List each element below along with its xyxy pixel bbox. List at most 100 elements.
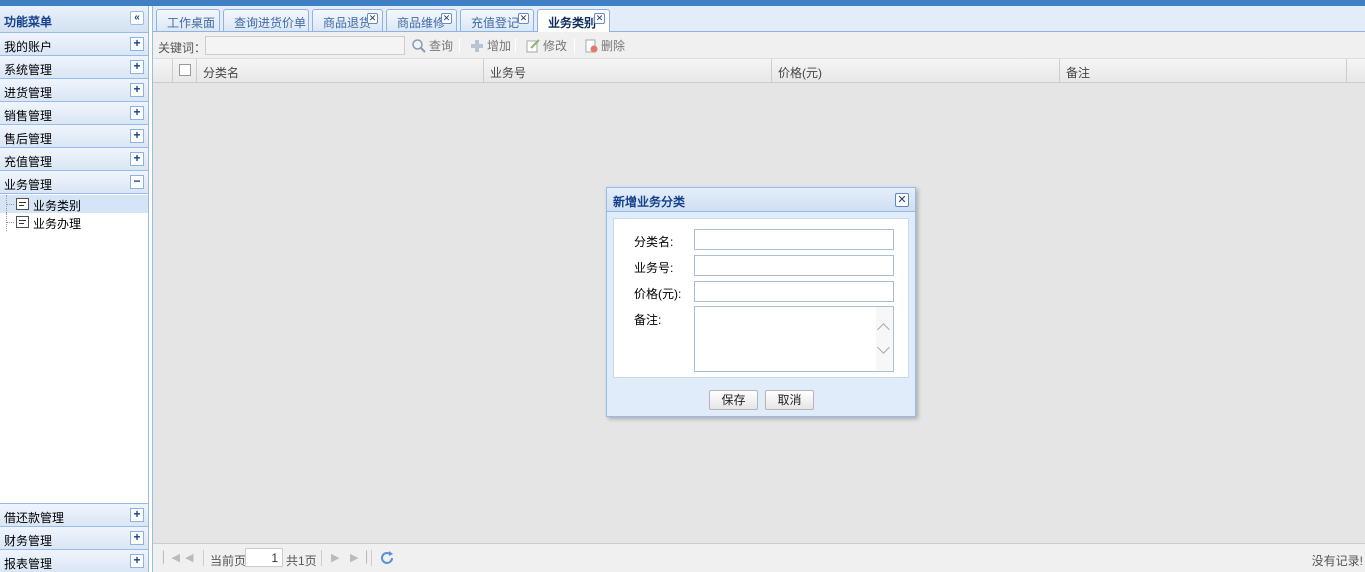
expand-icon[interactable]: + [130,106,144,120]
tree-item-label: 业务类别 [33,199,82,213]
column-header-price[interactable]: 价格(元) [772,59,1060,82]
collapse-sidebar-icon[interactable]: « [130,11,144,25]
edit-icon [526,38,540,52]
list-page-icon [16,216,29,228]
tab-label: 查询进货价单 [234,16,307,30]
tree-connector [6,195,14,213]
current-page-input[interactable] [245,548,283,567]
search-button[interactable]: 查询 [411,37,453,55]
tree-item-business-category[interactable]: 业务类别 [0,195,148,213]
edit-button[interactable]: 修改 [525,37,567,55]
expand-icon[interactable]: + [130,37,144,51]
remark-textarea[interactable] [694,306,894,372]
sidebar-item-reports[interactable]: 报表管理 + [0,549,148,572]
name-field[interactable] [694,229,894,250]
search-icon [412,38,426,53]
delete-button[interactable]: 删除 [583,37,625,55]
sidebar-item-system[interactable]: 系统管理 + [0,56,148,79]
column-header-label: 业务号 [490,66,527,80]
edit-label: 修改 [543,39,568,53]
scroll-down-icon[interactable] [877,341,890,354]
expand-icon[interactable]: + [130,508,144,522]
sidebar-item-recharge[interactable]: 充值管理 + [0,148,148,171]
sidebar-item-sales[interactable]: 销售管理 + [0,102,148,125]
add-button[interactable]: 增加 [469,37,511,55]
delete-icon [585,39,598,52]
column-header-label: 分类名 [203,66,240,80]
sidebar-item-label: 借还款管理 [4,511,65,525]
tree-connector [6,213,14,231]
expand-icon[interactable]: + [130,129,144,143]
column-header-label: 价格(元) [778,66,822,80]
first-page-icon[interactable]: ▏◀ [163,551,180,564]
dialog-form: 分类名: 业务号: 价格(元): 备注: [613,218,909,378]
code-field[interactable] [694,255,894,276]
close-icon[interactable]: ✕ [367,13,378,24]
name-label: 分类名: [634,235,674,249]
list-page-icon [16,198,29,210]
tab-label: 充值登记 [471,16,520,30]
prev-page-icon[interactable]: ◀ [185,551,193,564]
close-icon[interactable]: ✕ [594,13,605,24]
sidebar-item-purchase[interactable]: 进货管理 + [0,79,148,102]
add-label: 增加 [487,39,512,53]
sidebar-item-label: 进货管理 [4,86,53,100]
collapse-icon[interactable]: − [130,175,144,189]
close-icon[interactable]: ✕ [441,13,452,24]
last-page-icon[interactable]: ▶▕ [350,551,367,564]
tree-item-business-handling[interactable]: 业务办理 [0,213,148,231]
sidebar-item-my-account[interactable]: 我的账户 + [0,33,148,56]
expand-icon[interactable]: + [130,152,144,166]
next-page-icon[interactable]: ▶ [331,551,339,564]
current-page-label: 当前页 [210,554,247,568]
tab-label: 业务类别 [548,16,597,30]
business-tree: 业务类别 业务办理 [0,194,148,231]
tree-item-label: 业务办理 [33,217,82,231]
search-label: 查询 [429,39,454,53]
total-pages-label: 共1页 [286,554,317,568]
sidebar-item-label: 财务管理 [4,534,53,548]
toolbar-divider [574,38,575,53]
code-label: 业务号: [634,261,674,275]
column-header-label: 备注 [1066,66,1091,80]
tab-product-return[interactable]: 商品退货 ✕ [312,9,383,31]
cancel-button[interactable]: 取消 [765,390,814,410]
tab-label: 商品退货 [323,16,372,30]
keyword-input[interactable] [205,36,405,55]
sidebar-item-label: 充值管理 [4,155,53,169]
pagination-bar: ▏◀ ◀ 当前页 共1页 ▶ ▶▕ 没有记录! [153,543,1365,572]
tab-purchase-price-query[interactable]: 查询进货价单 [223,9,309,31]
price-field[interactable] [694,281,894,302]
expand-icon[interactable]: + [130,531,144,545]
price-label: 价格(元): [634,287,682,301]
sidebar: 功能菜单 « 我的账户 + 系统管理 + 进货管理 + 销售管理 + 售后管理 … [0,6,149,572]
textarea-scrollbar[interactable] [876,307,893,371]
expand-icon[interactable]: + [130,554,144,568]
save-button[interactable]: 保存 [709,390,758,410]
close-icon[interactable]: ✕ [895,193,909,207]
tab-product-repair[interactable]: 商品维修 ✕ [386,9,457,31]
column-header-code[interactable]: 业务号 [484,59,772,82]
expand-icon[interactable]: + [130,83,144,97]
grid-header: 分类名 业务号 价格(元) 备注 [153,59,1365,83]
remark-label: 备注: [634,313,662,327]
close-icon[interactable]: ✕ [518,13,529,24]
sidebar-item-business[interactable]: 业务管理 − [0,171,148,194]
column-header-name[interactable]: 分类名 [197,59,484,82]
sidebar-item-after-sales[interactable]: 售后管理 + [0,125,148,148]
sidebar-item-finance[interactable]: 财务管理 + [0,526,148,549]
expand-icon[interactable]: + [130,60,144,74]
row-number-header [153,59,173,82]
scroll-up-icon[interactable] [877,323,890,336]
sidebar-item-loans[interactable]: 借还款管理 + [0,503,148,526]
pager-divider [321,550,322,566]
column-header-remark[interactable]: 备注 [1060,59,1347,82]
sidebar-item-label: 业务管理 [4,178,53,192]
sidebar-item-label: 销售管理 [4,109,53,123]
tab-business-category[interactable]: 业务类别 ✕ [537,9,610,32]
refresh-icon[interactable] [379,550,395,566]
select-all-checkbox[interactable] [179,64,191,76]
sidebar-item-label: 系统管理 [4,63,53,77]
tab-recharge-register[interactable]: 充值登记 ✕ [460,9,534,31]
tab-desktop[interactable]: 工作桌面 [156,9,220,31]
